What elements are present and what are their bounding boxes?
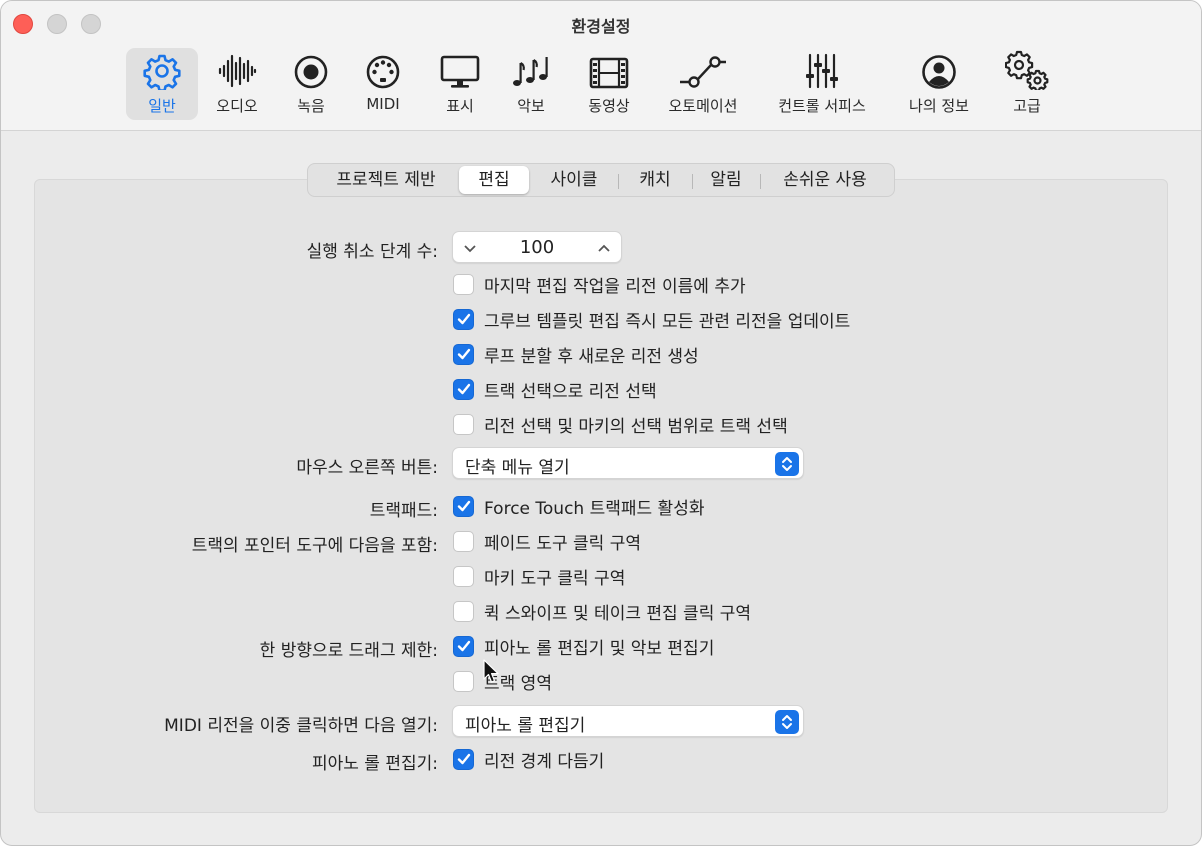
toolbar-label: 나의 정보 bbox=[909, 97, 969, 115]
checkbox-add-last-edit-to-region-name[interactable]: 마지막 편집 작업을 리전 이름에 추가 bbox=[453, 272, 746, 297]
checkbox-label: 피아노 롤 편집기 및 악보 편집기 bbox=[484, 638, 715, 659]
undo-steps-stepper[interactable]: 100 bbox=[452, 231, 622, 263]
toolbar-label: 표시 bbox=[446, 97, 474, 115]
popup-value: 단축 메뉴 열기 bbox=[465, 458, 570, 478]
tab-project-handling[interactable]: 프로젝트 제반 bbox=[314, 166, 458, 194]
checkbox[interactable] bbox=[453, 565, 474, 587]
checkbox-create-new-regions-after-loop-split[interactable]: 루프 분할 후 새로운 리전 생성 bbox=[453, 342, 699, 367]
title-bar: 환경설정 일반 오디오 녹음 MIDI 표시 악보 동영상 오토메이션 컨트롤 … bbox=[1, 1, 1201, 131]
updown-chevron-icon[interactable] bbox=[775, 452, 799, 476]
toolbar-label: 고급 bbox=[1013, 97, 1041, 115]
checkbox-label: 페이드 도구 클릭 구역 bbox=[484, 533, 641, 554]
checkbox[interactable] bbox=[453, 635, 474, 657]
undo-steps-label: 실행 취소 단계 수: bbox=[306, 242, 438, 262]
record-icon bbox=[293, 48, 329, 90]
checkbox-fade-tool-click-zones[interactable]: 페이드 도구 클릭 구역 bbox=[453, 529, 641, 554]
sliders-icon bbox=[804, 48, 840, 90]
mouse-pointer-icon bbox=[483, 659, 499, 683]
checkbox-label: 마키 도구 클릭 구역 bbox=[484, 568, 626, 589]
checkbox[interactable] bbox=[453, 670, 474, 692]
checkbox-label: 루프 분할 후 새로운 리전 생성 bbox=[484, 346, 699, 367]
display-icon bbox=[440, 48, 480, 90]
checkbox-force-touch-trackpad[interactable]: Force Touch 트랙패드 활성화 bbox=[453, 494, 705, 519]
toolbar-item-movie[interactable]: 동영상 bbox=[577, 48, 641, 120]
gear-icon bbox=[143, 48, 181, 90]
toolbar-item-control-surfaces[interactable]: 컨트롤 서피스 bbox=[769, 48, 875, 120]
right-mouse-button-label: 마우스 오른쪽 버튼: bbox=[296, 458, 438, 478]
checkbox[interactable] bbox=[453, 273, 474, 295]
checkbox-marquee-tool-click-zones[interactable]: 마키 도구 클릭 구역 bbox=[453, 564, 626, 589]
toolbar-item-automation[interactable]: 오토메이션 bbox=[661, 48, 745, 120]
right-mouse-button-popup[interactable]: 단축 메뉴 열기 bbox=[452, 447, 804, 479]
checkbox-label: 트랙 선택으로 리전 선택 bbox=[484, 381, 657, 402]
checkbox-select-regions-on-track-selection[interactable]: 트랙 선택으로 리전 선택 bbox=[453, 377, 657, 402]
tab-accessibility[interactable]: 손쉬운 사용 bbox=[761, 166, 889, 194]
limit-dragging-label: 한 방향으로 드래그 제한: bbox=[259, 641, 438, 661]
toolbar-item-my-info[interactable]: 나의 정보 bbox=[899, 48, 979, 120]
tab-alerts[interactable]: 알림 bbox=[693, 166, 759, 194]
window-title: 환경설정 bbox=[571, 17, 631, 36]
gears-icon bbox=[1005, 48, 1049, 90]
tab-catch[interactable]: 캐치 bbox=[619, 166, 691, 194]
music-notes-icon bbox=[511, 48, 551, 90]
toolbar-label: 녹음 bbox=[297, 97, 325, 115]
tab-bar: 프로젝트 제반 편집 사이클 캐치 알림 손쉬운 사용 bbox=[307, 163, 895, 197]
toolbar-item-advanced[interactable]: 고급 bbox=[997, 48, 1057, 120]
checkbox-label: 퀵 스와이프 및 테이크 편집 클릭 구역 bbox=[484, 603, 752, 624]
toolbar-item-display[interactable]: 표시 bbox=[430, 48, 490, 120]
checkbox[interactable] bbox=[453, 600, 474, 622]
pointer-tool-label: 트랙의 포인터 도구에 다음을 포함: bbox=[191, 536, 438, 556]
midi-port-icon bbox=[365, 48, 401, 90]
toolbar-item-midi[interactable]: MIDI bbox=[353, 48, 413, 120]
tab-cycle[interactable]: 사이클 bbox=[532, 166, 616, 194]
checkbox[interactable] bbox=[453, 413, 474, 435]
trackpad-label: 트랙패드: bbox=[369, 501, 438, 521]
automation-curve-icon bbox=[678, 48, 728, 90]
checkbox-label: 리전 선택 및 마키의 선택 범위로 트랙 선택 bbox=[484, 416, 788, 437]
toolbar-label: 오디오 bbox=[216, 97, 258, 115]
checkbox-label: Force Touch 트랙패드 활성화 bbox=[484, 498, 705, 519]
checkbox[interactable] bbox=[453, 308, 474, 330]
checkbox-label: 마지막 편집 작업을 리전 이름에 추가 bbox=[484, 276, 746, 297]
checkbox[interactable] bbox=[453, 343, 474, 365]
toolbar-item-general[interactable]: 일반 bbox=[126, 48, 198, 120]
chevron-up-icon[interactable] bbox=[596, 240, 612, 256]
piano-roll-editor-label: 피아노 롤 편집기: bbox=[311, 754, 438, 774]
person-icon bbox=[921, 48, 957, 90]
checkbox-tracks-area[interactable]: 트랙 영역 bbox=[453, 669, 552, 694]
checkbox-label: 리전 경계 다듬기 bbox=[484, 751, 605, 772]
checkbox-label: 그루브 템플릿 편집 즉시 모든 관련 리전을 업데이트 bbox=[484, 311, 851, 332]
toolbar-label: 동영상 bbox=[588, 97, 630, 115]
toolbar-item-score[interactable]: 악보 bbox=[501, 48, 561, 120]
checkbox-select-tracks-on-region-selection[interactable]: 리전 선택 및 마키의 선택 범위로 트랙 선택 bbox=[453, 412, 788, 437]
checkbox[interactable] bbox=[453, 378, 474, 400]
toolbar-label: 컨트롤 서피스 bbox=[778, 97, 866, 115]
midi-double-click-label: MIDI 리전을 이중 클릭하면 다음 열기: bbox=[164, 716, 438, 736]
midi-double-click-popup[interactable]: 피아노 롤 편집기 bbox=[452, 705, 804, 737]
tab-editing[interactable]: 편집 bbox=[459, 166, 529, 194]
updown-chevron-icon[interactable] bbox=[775, 710, 799, 734]
checkbox[interactable] bbox=[453, 495, 474, 517]
toolbar-label: 악보 bbox=[517, 97, 545, 115]
checkbox[interactable] bbox=[453, 748, 474, 770]
checkbox-update-groove-template-regions[interactable]: 그루브 템플릿 편집 즉시 모든 관련 리전을 업데이트 bbox=[453, 307, 851, 332]
checkbox[interactable] bbox=[453, 530, 474, 552]
checkbox-quick-swipe-take-click-zones[interactable]: 퀵 스와이프 및 테이크 편집 클릭 구역 bbox=[453, 599, 752, 624]
toolbar-label: 오토메이션 bbox=[668, 97, 738, 115]
waveform-icon bbox=[217, 48, 257, 90]
toolbar-item-record[interactable]: 녹음 bbox=[281, 48, 341, 120]
toolbar-label: MIDI bbox=[366, 95, 400, 113]
checkbox-piano-roll-and-score-editor[interactable]: 피아노 롤 편집기 및 악보 편집기 bbox=[453, 634, 715, 659]
toolbar-label: 일반 bbox=[148, 97, 176, 115]
toolbar-item-audio[interactable]: 오디오 bbox=[204, 48, 270, 120]
checkbox-trim-region-boundaries[interactable]: 리전 경계 다듬기 bbox=[453, 747, 605, 772]
preferences-window: 환경설정 일반 오디오 녹음 MIDI 표시 악보 동영상 오토메이션 컨트롤 … bbox=[0, 0, 1202, 846]
popup-value: 피아노 롤 편집기 bbox=[465, 716, 586, 736]
film-icon bbox=[589, 48, 629, 90]
